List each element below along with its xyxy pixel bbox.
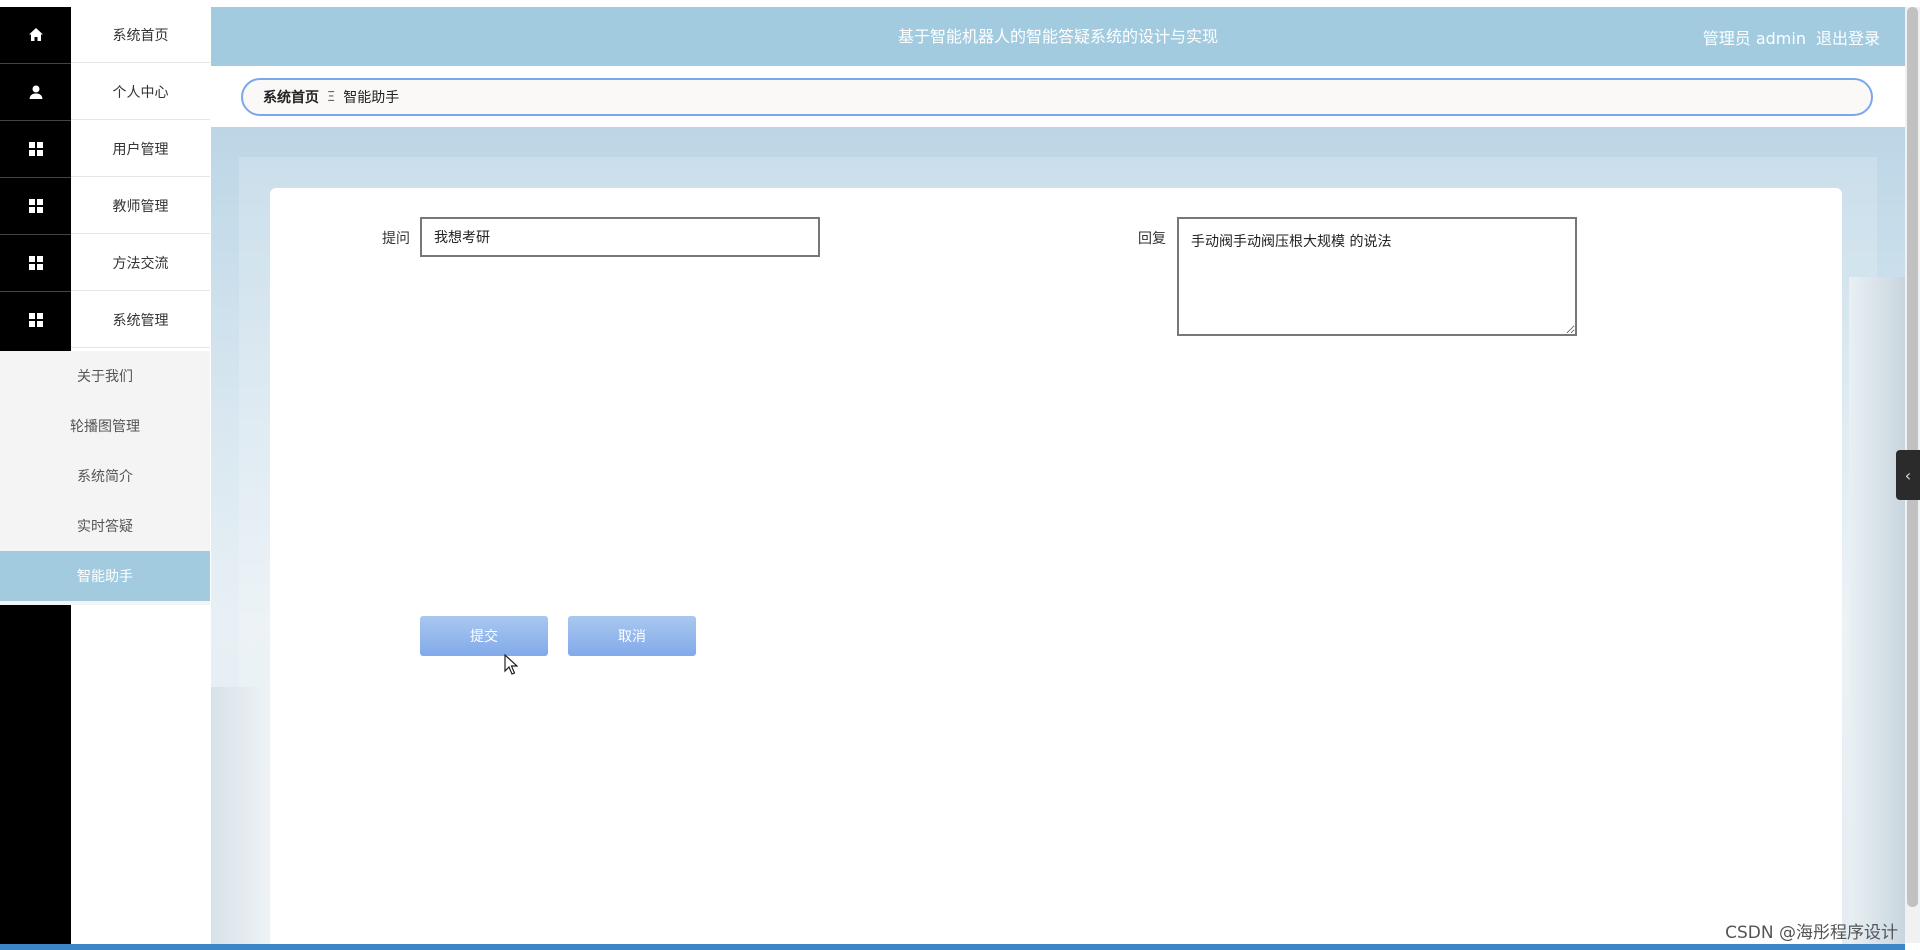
mouse-cursor-icon [504, 654, 518, 675]
reply-label: 回复 [1138, 231, 1166, 247]
breadcrumb-separator-icon: Ξ [327, 89, 336, 105]
sidebar-item-system-management[interactable]: 系统管理 [0, 292, 210, 348]
chevron-left-icon: ‹ [1904, 465, 1912, 485]
sidebar-item-user-management[interactable]: 用户管理 [0, 121, 210, 177]
breadcrumb-bar: 系统首页 Ξ 智能助手 [211, 66, 1905, 127]
submenu-item-live-qa[interactable]: 实时答疑 [0, 501, 210, 551]
sidebar-item-label: 系统首页 [71, 7, 210, 63]
submenu-item-about-us[interactable]: 关于我们 [0, 351, 210, 401]
grid-icon [0, 292, 71, 348]
sidebar-item-label: 用户管理 [71, 121, 210, 177]
system-management-submenu: 关于我们 轮播图管理 系统简介 实时答疑 智能助手 [0, 351, 210, 605]
watermark: CSDN @海彤程序设计 [1725, 923, 1898, 943]
grid-icon [0, 178, 71, 234]
question-input[interactable] [420, 217, 820, 257]
home-icon [0, 7, 71, 63]
sidebar-item-home[interactable]: 系统首页 [0, 7, 210, 63]
submit-button[interactable]: 提交 [420, 616, 548, 656]
panel-toggle-button[interactable]: ‹ [1896, 450, 1920, 500]
sidebar-item-label: 系统管理 [71, 292, 210, 348]
breadcrumb: 系统首页 Ξ 智能助手 [241, 78, 1873, 116]
background-decoration [211, 687, 271, 950]
submenu-item-carousel-management[interactable]: 轮播图管理 [0, 401, 210, 451]
sidebar-item-label: 个人中心 [71, 64, 210, 120]
bottom-progress-line [0, 944, 1905, 950]
question-label: 提问 [382, 231, 410, 247]
submenu-item-smart-assistant[interactable]: 智能助手 [0, 551, 210, 601]
cancel-button[interactable]: 取消 [568, 616, 696, 656]
logout-link[interactable]: 退出登录 [1816, 25, 1880, 49]
app-title: 基于智能机器人的智能答疑系统的设计与实现 [897, 27, 1218, 46]
sidebar-item-label: 方法交流 [71, 235, 210, 291]
sidebar-item-profile[interactable]: 个人中心 [0, 64, 210, 120]
top-header: 基于智能机器人的智能答疑系统的设计与实现 管理员 admin 退出登录 [211, 7, 1905, 66]
assistant-form-card: 提问 回复 手动阀手动阀压根大规模 的说法 提交 取消 [270, 188, 1842, 950]
reply-textarea[interactable]: 手动阀手动阀压根大规模 的说法 [1177, 217, 1577, 336]
breadcrumb-home-link[interactable]: 系统首页 [263, 87, 319, 107]
sidebar-item-method-exchange[interactable]: 方法交流 [0, 235, 210, 291]
submenu-item-system-intro[interactable]: 系统简介 [0, 451, 210, 501]
sidebar-item-teacher-management[interactable]: 教师管理 [0, 178, 210, 234]
grid-icon [0, 121, 71, 177]
user-icon [0, 64, 71, 120]
sidebar: 系统首页 个人中心 用户管理 教师管理 方法交流 系统管理 关于我们 轮播图管理… [0, 7, 210, 950]
breadcrumb-current: 智能助手 [343, 90, 400, 106]
header-user-area: 管理员 admin 退出登录 [1703, 7, 1880, 66]
background-decoration [1849, 277, 1905, 950]
current-user-label: 管理员 admin [1702, 28, 1806, 48]
grid-icon [0, 235, 71, 291]
sidebar-item-label: 教师管理 [71, 178, 210, 234]
